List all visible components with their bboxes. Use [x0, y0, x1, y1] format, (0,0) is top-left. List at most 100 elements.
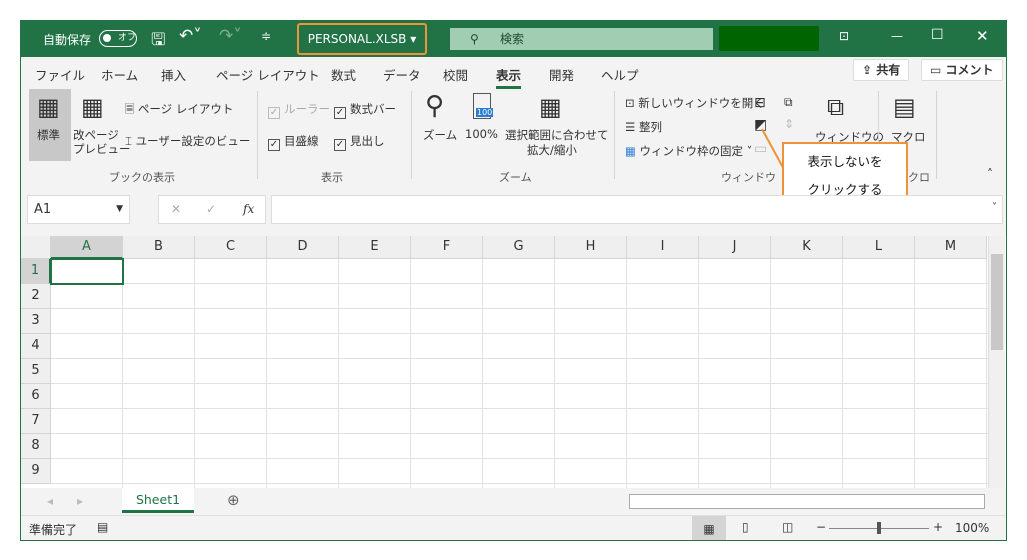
insert-function-icon[interactable]: fx [243, 196, 254, 223]
chevron-down-icon: ▼ [116, 204, 123, 214]
arrange-icon: ☰ [625, 120, 639, 134]
column-header[interactable]: C [195, 236, 267, 259]
tab-review[interactable]: 校閲 [443, 65, 468, 84]
custom-views-button[interactable]: ⌶ ユーザー設定のビュー [125, 133, 250, 149]
expand-icon[interactable]: ˅ [992, 202, 997, 213]
row-header[interactable]: 7 [21, 409, 51, 434]
headings-checkbox[interactable]: ✓ 見出し [334, 133, 385, 151]
tab-developer[interactable]: 開発 [549, 65, 574, 84]
normal-view-icon[interactable]: ▦ [692, 516, 726, 540]
tab-formulas[interactable]: 数式 [331, 65, 356, 84]
collapse-ribbon-icon[interactable]: ˄ [987, 167, 993, 181]
ribbon-display-icon[interactable]: ⊡ [839, 29, 849, 43]
maximize-icon[interactable]: ☐ [931, 27, 944, 43]
active-cell[interactable] [50, 258, 124, 285]
tab-home[interactable]: ホーム [101, 65, 138, 84]
next-sheet-icon[interactable]: ▸ [77, 494, 83, 508]
customize-qat-icon[interactable]: ≑ [261, 29, 271, 43]
zoom-100-button[interactable]: 100 100% [463, 91, 501, 151]
row-header[interactable]: 3 [21, 309, 51, 334]
add-sheet-icon[interactable]: ⊕ [227, 491, 240, 509]
row-header[interactable]: 6 [21, 384, 51, 409]
view-side-by-side-icon[interactable]: ⧉ [784, 95, 793, 110]
page-100-icon: 100 [473, 93, 494, 119]
row-header[interactable]: 2 [21, 284, 51, 309]
horizontal-scrollbar[interactable] [629, 494, 985, 509]
close-icon[interactable]: ✕ [976, 27, 989, 45]
search-icon: ⚲ [470, 32, 479, 46]
custom-view-icon: ⌶ [125, 134, 136, 148]
undo-icon[interactable]: ↶˅ [179, 26, 202, 46]
tab-insert[interactable]: 挿入 [161, 65, 186, 84]
autosave-toggle[interactable]: オフ [99, 30, 137, 47]
accessibility-icon[interactable]: ▤ [97, 520, 108, 534]
save-icon[interactable]: 🖫 [151, 27, 165, 56]
column-header[interactable]: H [555, 236, 627, 259]
column-header[interactable]: J [699, 236, 771, 259]
cancel-icon[interactable]: ✕ [171, 196, 181, 223]
row-header[interactable]: 5 [21, 359, 51, 384]
page-layout-icon[interactable]: ▯ [742, 520, 749, 534]
column-header[interactable]: E [339, 236, 411, 259]
arrange-button[interactable]: ☰ 整列 [625, 119, 662, 135]
sheet-tab-sheet1[interactable]: Sheet1 [122, 488, 194, 513]
formula-bar-checkbox[interactable]: ✓ 数式バー [334, 101, 396, 119]
gridlines-checkbox[interactable]: ✓ 目盛線 [268, 133, 319, 151]
tab-data[interactable]: データ [383, 65, 421, 84]
minimize-icon[interactable]: — [891, 29, 903, 43]
row-header[interactable]: 1 [21, 259, 51, 284]
comment-button[interactable]: ▭ コメント [921, 59, 1003, 81]
ruler-checkbox[interactable]: ✓ ルーラー [268, 101, 330, 119]
status-bar: 準備完了 ▤ ▦ ▯ ◫ − + 100% [21, 515, 1006, 540]
switch-windows-button[interactable]: ⧉ ウィンドウの [815, 93, 884, 144]
row-header[interactable]: 4 [21, 334, 51, 359]
column-header[interactable]: I [627, 236, 699, 259]
share-button[interactable]: ⇪ 共有 [853, 59, 910, 81]
column-header[interactable]: G [483, 236, 555, 259]
column-header[interactable]: F [411, 236, 483, 259]
tab-help[interactable]: ヘルプ [601, 65, 639, 84]
column-header[interactable]: A [51, 236, 123, 259]
zoom-level[interactable]: 100% [955, 521, 989, 535]
formula-input[interactable]: ˅ [271, 195, 1003, 224]
search-input[interactable]: ⚲ 検索 [450, 28, 713, 50]
zoom-slider[interactable] [829, 522, 929, 534]
new-window-button[interactable]: ⊡ 新しいウィンドウを開く [625, 95, 765, 111]
redo-icon[interactable]: ↷˅ [219, 26, 242, 46]
row-header[interactable]: 9 [21, 459, 51, 484]
page-break-preview-button[interactable]: ▦ 改ページ プレビュー [73, 89, 131, 161]
enter-icon[interactable]: ✓ [206, 196, 216, 223]
row-header[interactable]: 8 [21, 434, 51, 459]
prev-sheet-icon[interactable]: ◂ [47, 494, 53, 508]
zoom-in-button[interactable]: + [933, 520, 943, 534]
page-break-icon[interactable]: ◫ [782, 520, 793, 534]
worksheet-grid[interactable]: ABCDEFGHIJKLM 123456789 [21, 236, 1006, 488]
name-box[interactable]: A1 ▼ [27, 195, 130, 224]
gridline [986, 259, 987, 488]
select-all[interactable] [21, 236, 51, 259]
zoom-out-button[interactable]: − [816, 520, 826, 534]
column-header[interactable]: K [771, 236, 843, 259]
split-icon[interactable]: ⊟ [754, 95, 766, 111]
tab-view[interactable]: 表示 [496, 65, 522, 89]
tab-file[interactable]: ファイル [35, 65, 85, 84]
column-header[interactable]: L [843, 236, 915, 259]
vertical-scrollbar[interactable] [988, 236, 1005, 488]
freeze-icon: ▦ [625, 144, 640, 158]
scroll-thumb[interactable] [991, 254, 1003, 350]
zoom-to-selection-button[interactable]: ▦ 選択範囲に合わせて 拡大/縮小 [505, 91, 609, 157]
gridline [626, 259, 627, 488]
gridline [698, 259, 699, 488]
tab-page-layout[interactable]: ページ レイアウト [216, 65, 320, 84]
page-layout-view-button[interactable]: 🗏 ページ レイアウト [125, 101, 233, 121]
column-header[interactable]: B [123, 236, 195, 259]
column-header[interactable]: D [267, 236, 339, 259]
file-name-dropdown[interactable]: PERSONAL.XLSB ▾ [297, 23, 427, 55]
column-header[interactable]: M [915, 236, 987, 259]
freeze-panes-button[interactable]: ▦ ウィンドウ枠の固定 ˅ [625, 143, 752, 159]
zoom-slider-thumb[interactable] [877, 522, 881, 534]
account-area[interactable] [719, 26, 819, 51]
grid-icon: ▦ [37, 93, 60, 121]
zoom-button[interactable]: ⚲ ズーム [421, 91, 459, 151]
normal-view-button[interactable]: ▦ 標準 [29, 89, 71, 161]
